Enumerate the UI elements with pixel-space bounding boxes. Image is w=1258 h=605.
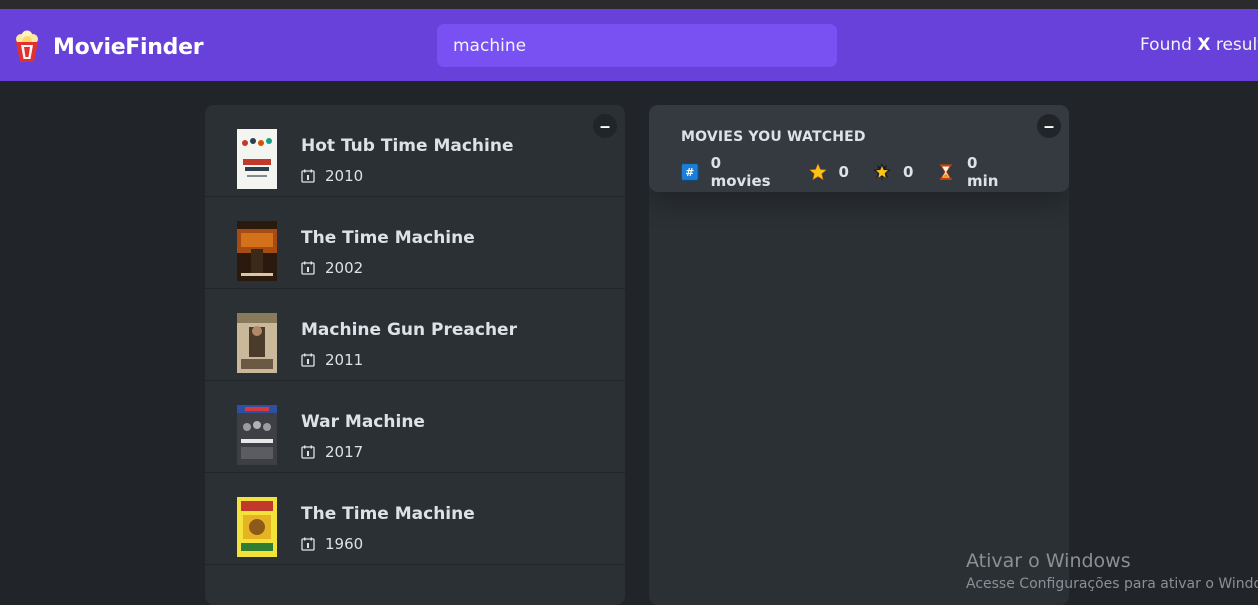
logo: MovieFinder: [13, 30, 204, 64]
calendar-icon: [301, 537, 315, 551]
movie-title: The Time Machine: [301, 504, 475, 524]
movie-title: Hot Tub Time Machine: [301, 136, 514, 156]
movie-poster: [237, 129, 277, 189]
star-icon: [808, 163, 827, 181]
movie-year-row: 2010: [301, 167, 363, 185]
movie-year-row: 2011: [301, 351, 363, 369]
movie-poster: [237, 221, 277, 281]
stat-user-rating-value: 0: [902, 163, 914, 181]
window-top-strip: [0, 0, 1258, 9]
stat-movies: # 0 movies: [681, 154, 785, 190]
calendar-icon: [301, 261, 315, 275]
movie-year: 2010: [325, 167, 364, 185]
hash-icon: #: [681, 163, 699, 181]
movie-year: 2017: [325, 443, 364, 461]
stat-imdb-rating: 0: [808, 163, 849, 181]
movie-year: 1960: [325, 535, 364, 553]
movie-list: Hot Tub Time Machine 2010 The Time Machi…: [205, 105, 625, 565]
movie-year-row: 2002: [301, 259, 363, 277]
stat-user-rating: 0: [872, 163, 914, 181]
app-title: MovieFinder: [53, 34, 204, 60]
movie-poster: [237, 405, 277, 465]
results-prefix: Found: [1140, 35, 1198, 55]
movie-item[interactable]: Machine Gun Preacher 2011: [205, 289, 625, 381]
stat-movies-value: 0 movies: [710, 154, 771, 190]
movie-year-row: 1960: [301, 535, 363, 553]
results-suffix: results: [1215, 35, 1258, 55]
calendar-icon: [301, 353, 315, 367]
movie-year: 2011: [325, 351, 364, 369]
collapse-watched-button[interactable]: –: [1037, 114, 1061, 138]
movie-item[interactable]: The Time Machine 1960: [205, 473, 625, 565]
windows-activation-watermark: Ativar o Windows Acesse Configurações pa…: [966, 550, 1258, 592]
movie-poster: [237, 313, 277, 373]
watermark-title: Ativar o Windows: [966, 550, 1131, 572]
hourglass-icon: [940, 164, 953, 180]
movie-item[interactable]: The Time Machine 2002: [205, 197, 625, 289]
glowing-star-icon: [872, 163, 891, 181]
calendar-icon: [301, 169, 315, 183]
summary-title: MOVIES YOU WATCHED: [681, 129, 866, 145]
watched-summary: MOVIES YOU WATCHED # 0 movies 0 0 0 min: [649, 105, 1069, 192]
svg-text:#: #: [685, 166, 694, 179]
movie-title: War Machine: [301, 412, 425, 432]
navbar: MovieFinder Found X results: [0, 9, 1258, 81]
movie-item[interactable]: War Machine 2017: [205, 381, 625, 473]
stat-runtime-value: 0 min: [966, 154, 999, 190]
movie-item[interactable]: Hot Tub Time Machine 2010: [205, 105, 625, 197]
movie-year: 2002: [325, 259, 364, 277]
movie-year-row: 2017: [301, 443, 363, 461]
stat-imdb-rating-value: 0: [838, 163, 849, 181]
summary-stats: # 0 movies 0 0 0 min: [681, 154, 1037, 190]
calendar-icon: [301, 445, 315, 459]
movie-poster: [237, 497, 277, 557]
stat-runtime: 0 min: [937, 154, 1013, 190]
watched-box: – MOVIES YOU WATCHED # 0 movies 0 0 0 mi…: [649, 105, 1069, 605]
search-results-box: – Hot Tub Time Machine 2010 The Time Mac…: [205, 105, 625, 605]
collapse-results-button[interactable]: –: [593, 114, 617, 138]
watermark-subtitle: Acesse Configurações para ativar o Windo…: [966, 576, 1258, 592]
results-count-text: Found X results: [1140, 35, 1258, 55]
movie-title: The Time Machine: [301, 228, 475, 248]
movie-title: Machine Gun Preacher: [301, 320, 517, 340]
popcorn-icon: [16, 30, 38, 62]
results-count: X: [1197, 35, 1211, 55]
search-input[interactable]: [437, 24, 837, 67]
